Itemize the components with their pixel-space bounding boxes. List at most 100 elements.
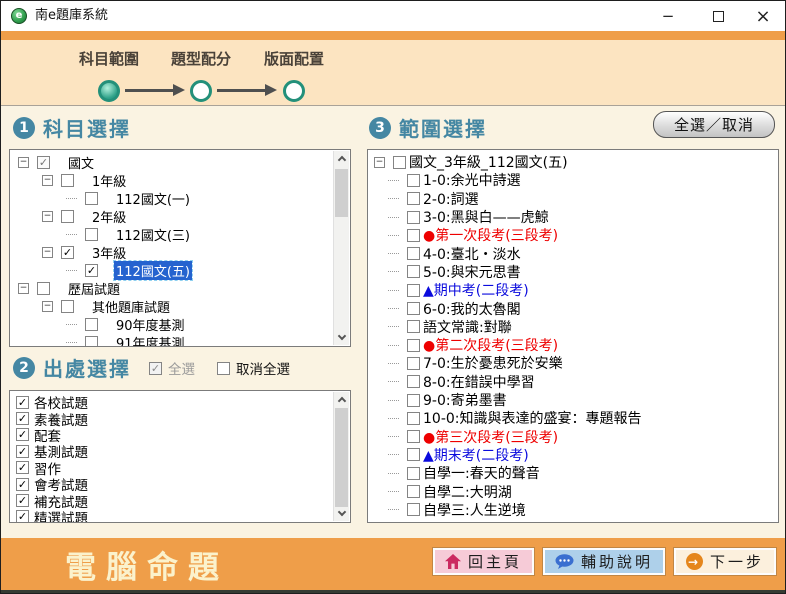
tree-item-label[interactable]: 91年度基測: [114, 333, 187, 347]
range-checkbox[interactable]: [407, 356, 420, 370]
range-tree-item[interactable]: ▲期中考(二段考): [370, 281, 776, 299]
tree-checkbox[interactable]: [61, 209, 74, 223]
source-checkbox[interactable]: ✓: [16, 412, 29, 426]
range-checkbox[interactable]: [407, 302, 420, 316]
range-tree-item[interactable]: ●第二次段考(三段考): [370, 336, 776, 354]
source-checkbox[interactable]: ✓: [16, 461, 29, 475]
source-list-scrollbar[interactable]: [333, 392, 349, 521]
toggle-all-button[interactable]: 全選／取消: [653, 111, 775, 138]
minimize-button[interactable]: −: [653, 1, 683, 31]
range-checkbox[interactable]: [407, 430, 420, 444]
tree-checkbox[interactable]: ✓: [37, 155, 50, 169]
close-button[interactable]: ×: [747, 1, 779, 31]
range-item-label[interactable]: ●第一次段考(三段考): [423, 225, 558, 245]
range-item-label[interactable]: 4-0:臺北・淡水: [423, 244, 521, 264]
subject-tree-item[interactable]: − ✓ 3年級: [12, 243, 332, 262]
tree-checkbox[interactable]: [85, 335, 98, 346]
expand-toggle-icon[interactable]: −: [42, 300, 53, 312]
home-button[interactable]: 回主頁: [432, 548, 534, 575]
range-tree-item[interactable]: 1-0:余光中詩選: [370, 171, 776, 189]
next-button[interactable]: → 下一步: [673, 548, 776, 575]
subject-tree-item[interactable]: − 2年級: [12, 207, 332, 226]
range-checkbox[interactable]: [407, 375, 420, 389]
range-tree-item[interactable]: 9-0:寄弟墨書: [370, 391, 776, 409]
range-checkbox[interactable]: [407, 484, 420, 498]
tree-checkbox[interactable]: ✓: [61, 245, 74, 259]
range-checkbox[interactable]: [407, 320, 420, 334]
range-checkbox[interactable]: [393, 155, 406, 169]
range-item-label[interactable]: ▲期末考(二段考): [423, 445, 529, 465]
range-item-label[interactable]: ●第二次段考(三段考): [423, 335, 558, 355]
scroll-up-icon[interactable]: [334, 151, 350, 166]
range-tree-item[interactable]: 4-0:臺北・淡水: [370, 244, 776, 264]
tree-item-label[interactable]: 112國文(五): [113, 259, 193, 281]
range-tree-item[interactable]: ●第一次段考(三段考): [370, 226, 776, 244]
range-tree-item[interactable]: 3-0:黑與白——虎鯨: [370, 208, 776, 226]
expand-toggle-icon[interactable]: −: [42, 174, 53, 186]
tree-checkbox[interactable]: [37, 281, 50, 295]
range-tree-item[interactable]: 6-0:我的太魯閣: [370, 299, 776, 319]
tree-item-label[interactable]: 2年級: [90, 207, 128, 226]
expand-toggle-icon[interactable]: −: [18, 156, 29, 168]
scroll-down-icon[interactable]: [334, 506, 350, 521]
range-item-label[interactable]: 自學一:春天的聲音: [423, 463, 540, 483]
tree-item-label[interactable]: 國文: [66, 153, 96, 172]
range-tree-item[interactable]: ●第三次段考(三段考): [370, 427, 776, 446]
range-tree-item[interactable]: 8-0:在錯誤中學習: [370, 373, 776, 391]
range-tree-item[interactable]: 語文常識:對聯: [370, 318, 776, 336]
range-checkbox[interactable]: [407, 210, 420, 224]
expand-toggle-icon[interactable]: −: [374, 156, 385, 168]
range-tree-item[interactable]: − 國文_3年級_112國文(五): [370, 153, 776, 171]
deselect-all-option[interactable]: 取消全選: [217, 358, 290, 378]
source-checkbox[interactable]: ✓: [16, 494, 29, 508]
range-item-label[interactable]: 語文常識:對聯: [423, 317, 512, 337]
range-item-label[interactable]: 2-0:詞選: [423, 189, 479, 209]
range-tree-item[interactable]: 自學三:人生逆境: [370, 501, 776, 519]
scroll-thumb[interactable]: [335, 169, 348, 217]
scroll-thumb[interactable]: [335, 408, 348, 507]
subject-tree-item[interactable]: − ✓ 國文: [12, 153, 332, 172]
subject-tree-item[interactable]: 90年度基測: [12, 315, 332, 334]
range-checkbox[interactable]: [407, 192, 420, 206]
range-checkbox[interactable]: [407, 228, 420, 242]
range-item-label[interactable]: 8-0:在錯誤中學習: [423, 372, 535, 392]
source-checkbox[interactable]: ✓: [16, 477, 29, 491]
tree-checkbox[interactable]: ✓: [85, 263, 98, 277]
select-all-option[interactable]: ✓ 全選: [149, 358, 195, 378]
range-item-label[interactable]: 10-0:知識與表達的盛宴：專題報告: [423, 408, 642, 428]
subject-tree-item[interactable]: − 歷屆試題: [12, 279, 332, 298]
tree-item-label[interactable]: 其他題庫試題: [90, 297, 172, 316]
range-item-label[interactable]: 國文_3年級_112國文(五): [409, 153, 568, 172]
range-item-label[interactable]: 自學三:人生逆境: [423, 500, 526, 520]
range-item-label[interactable]: 5-0:與宋元思書: [423, 262, 521, 282]
range-tree-item[interactable]: 7-0:生於憂患死於安樂: [370, 354, 776, 372]
select-all-checkbox[interactable]: ✓: [149, 361, 162, 375]
scroll-down-icon[interactable]: [334, 330, 350, 345]
maximize-button[interactable]: [703, 1, 733, 31]
range-checkbox[interactable]: [407, 448, 420, 462]
range-tree-item[interactable]: 10-0:知識與表達的盛宴：專題報告: [370, 409, 776, 427]
range-tree-item[interactable]: ▲期末考(二段考): [370, 446, 776, 464]
help-button[interactable]: 輔助說明: [542, 548, 665, 575]
range-item-label[interactable]: 3-0:黑與白——虎鯨: [423, 207, 549, 227]
tree-item-label[interactable]: 112國文(一): [114, 189, 192, 208]
source-list-item[interactable]: ✓ 精選試題: [12, 509, 332, 522]
tree-checkbox[interactable]: [61, 173, 74, 187]
range-item-label[interactable]: 9-0:寄弟墨書: [423, 390, 507, 410]
expand-toggle-icon[interactable]: −: [42, 210, 53, 222]
range-item-label[interactable]: 1-0:余光中詩選: [423, 170, 521, 190]
range-checkbox[interactable]: [407, 503, 420, 517]
range-checkbox[interactable]: [407, 283, 420, 297]
tree-item-label[interactable]: 1年級: [90, 171, 128, 190]
range-item-label[interactable]: 6-0:我的太魯閣: [423, 299, 521, 319]
range-tree-item[interactable]: 自學二:大明湖: [370, 482, 776, 502]
range-checkbox[interactable]: [407, 466, 420, 480]
tree-item-label[interactable]: 3年級: [90, 243, 128, 262]
source-checkbox[interactable]: ✓: [16, 444, 29, 458]
tree-item-label[interactable]: 歷屆試題: [66, 279, 122, 298]
subject-tree-item[interactable]: − 1年級: [12, 171, 332, 190]
range-checkbox[interactable]: [407, 338, 420, 352]
source-checkbox[interactable]: ✓: [16, 428, 29, 442]
subject-tree-item[interactable]: 112國文(三): [12, 225, 332, 244]
range-item-label[interactable]: 自學二:大明湖: [423, 482, 512, 502]
